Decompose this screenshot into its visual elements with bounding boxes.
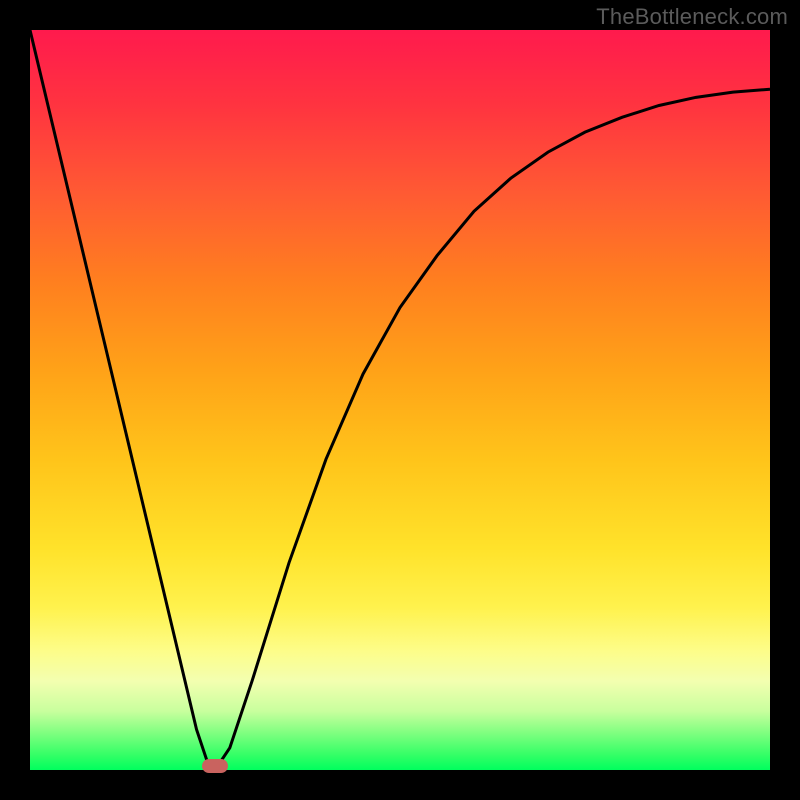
bottleneck-curve <box>30 30 770 770</box>
curve-svg <box>30 30 770 770</box>
chart-frame: TheBottleneck.com <box>0 0 800 800</box>
plot-area <box>30 30 770 770</box>
minimum-marker <box>202 759 228 773</box>
watermark-text: TheBottleneck.com <box>596 4 788 30</box>
